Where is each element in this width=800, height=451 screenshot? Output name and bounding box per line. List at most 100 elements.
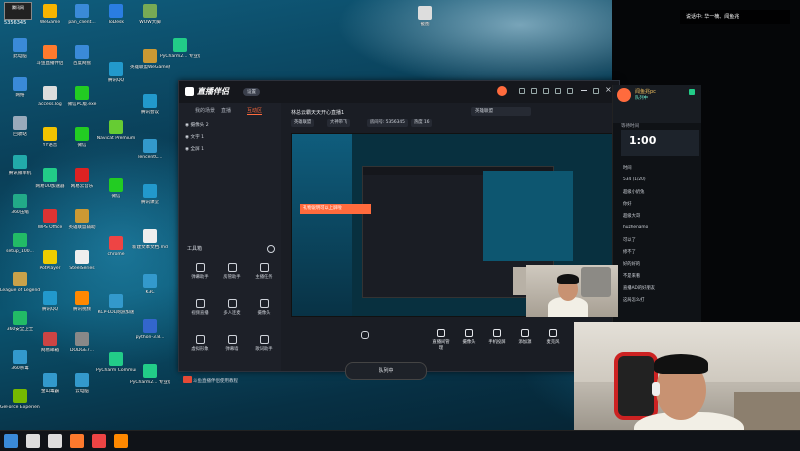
- window-titlebar[interactable]: 直播伴侣 设置 ×: [179, 81, 619, 103]
- bottom-tool-room[interactable]: 直播间管理: [431, 329, 451, 351]
- desktop-icon[interactable]: 新建文本文档.md: [130, 229, 170, 263]
- bottom-tool-label: 添加源: [518, 340, 532, 345]
- tool-mic-link[interactable]: 多人连麦: [217, 299, 247, 321]
- desktop-icon[interactable]: 腾讯课堂: [130, 184, 170, 218]
- tool-admin[interactable]: 房管助手: [217, 263, 247, 285]
- desktop-icon[interactable]: python-3.8...: [130, 319, 170, 353]
- gift-icon[interactable]: [531, 88, 537, 94]
- maximize-icon[interactable]: [593, 88, 599, 94]
- scene-item[interactable]: ◉ 摄像头 2: [185, 121, 279, 131]
- search-icon[interactable]: [26, 434, 40, 448]
- top-left-number: 5356345: [4, 20, 27, 26]
- desktop-icon[interactable]: TencentC...: [130, 139, 170, 173]
- scene-item[interactable]: ◉ 文字 1: [185, 133, 279, 143]
- chat-message: 你好: [623, 202, 632, 207]
- toolbox-more-icon[interactable]: [267, 245, 275, 253]
- bottom-tool-add-source[interactable]: 添加源: [515, 329, 535, 345]
- task-view-icon[interactable]: [48, 434, 62, 448]
- category-field[interactable]: 英雄联盟: [471, 107, 531, 116]
- room-tag[interactable]: 英雄联盟: [291, 119, 315, 127]
- bottom-tool-mic[interactable]: 麦克风: [543, 329, 563, 345]
- desktop-icon-label: PyCharm2... 专业版win...: [130, 380, 170, 385]
- recycle-bin-icon: [13, 116, 27, 130]
- app-icon[interactable]: [114, 434, 128, 448]
- minimize-icon[interactable]: [581, 90, 587, 91]
- add-source-icon: [521, 329, 529, 337]
- scene-item[interactable]: ◉ 全屏 1: [185, 145, 279, 155]
- image-file-icon: [418, 6, 432, 20]
- desktop-icon-label: KCP-LOL网游加速: [97, 310, 135, 315]
- desktop-icon[interactable]: 腾讯会议: [130, 94, 170, 128]
- left-tab[interactable]: 直播: [221, 107, 231, 114]
- archive-icon: [13, 194, 27, 208]
- streamer-name[interactable]: 闻鱼兆pc: [635, 88, 656, 95]
- notice-icon[interactable]: [555, 88, 561, 94]
- desktop-icon[interactable]: PyCharm2... 专业版win...: [160, 38, 200, 72]
- shop-icon[interactable]: [543, 88, 549, 94]
- desktop-icon-label: 360杀毒: [11, 366, 29, 371]
- pycharm-icon: [109, 352, 123, 366]
- douyu-icon: [43, 45, 57, 59]
- webcam-small: [526, 265, 618, 317]
- cam2-earbud-icon: [652, 382, 660, 396]
- pycharm-icon: [143, 364, 157, 378]
- chrome-icon: [109, 236, 123, 250]
- top-left-app-icon[interactable]: 腾讯网: [4, 2, 32, 20]
- tool-lyrics[interactable]: 歌词助手: [249, 335, 279, 357]
- mic-link-icon: [227, 299, 237, 308]
- player-icon: [43, 250, 57, 264]
- desktop-icon[interactable]: K3C: [130, 274, 170, 308]
- app-icon: [75, 209, 89, 223]
- settings-badge[interactable]: 设置: [243, 88, 260, 96]
- avatar-icon: [195, 335, 205, 344]
- menu-icon[interactable]: [567, 88, 573, 94]
- room-tag[interactable]: 大神带飞: [327, 119, 351, 127]
- queue-button[interactable]: 队列中: [345, 362, 427, 380]
- left-tab[interactable]: 互动区: [247, 107, 263, 115]
- text-file-icon: [143, 229, 157, 243]
- chat-message: 可以了: [623, 238, 636, 243]
- left-tab[interactable]: 我的场景: [195, 107, 215, 114]
- mail-icon: [43, 332, 57, 346]
- camera-icon: [465, 329, 473, 337]
- python-icon: [143, 319, 157, 333]
- desktop-icon-label: 新建文本文档.md: [132, 245, 168, 250]
- settings-gear-icon[interactable]: [361, 331, 369, 339]
- close-icon[interactable]: ×: [605, 85, 612, 94]
- douyu-icon[interactable]: [70, 434, 84, 448]
- tool-avatar[interactable]: 虚拟形象: [185, 335, 215, 357]
- chrome-icon[interactable]: [92, 434, 106, 448]
- room-title[interactable]: 林总云霸天天开心直播1: [291, 109, 344, 116]
- live-companion-window: 直播伴侣 设置 × 我的场景 直播 互动区 ◉ 摄像头 2 ◉ 文字 1 ◉ 全屏 1 …: [178, 80, 620, 384]
- desktop-icon[interactable]: WOW大脚: [130, 4, 170, 38]
- chat-message: 直播AD的好朋友: [623, 286, 656, 291]
- bottom-tool-phone-cast[interactable]: 手机投屏: [487, 329, 507, 345]
- tutorial-link[interactable]: 斗鱼直播伴侣使用教程: [193, 378, 238, 384]
- tool-camera[interactable]: 摄像头: [249, 299, 279, 321]
- streamer-avatar[interactable]: [617, 88, 631, 102]
- bottom-tool-camera[interactable]: 摄像头: [459, 329, 479, 345]
- cam1-bg-object: [581, 267, 611, 297]
- navicat-icon: [109, 120, 123, 134]
- desktop-icon[interactable]: PyCharm2... 专业版win...: [130, 364, 170, 398]
- tool-video-live[interactable]: 视频直播: [185, 299, 215, 321]
- message-icon[interactable]: [519, 88, 525, 94]
- desktop-icon-screenshot[interactable]: 截图: [405, 6, 445, 40]
- cloud-icon: [75, 4, 89, 18]
- wechat-icon: [75, 127, 89, 141]
- gift-notice-banner[interactable]: 礼物说明可以上屏啦: [300, 204, 371, 214]
- desktop-icon-label: python-3.8...: [135, 335, 165, 340]
- status-badge: [183, 376, 192, 383]
- user-avatar[interactable]: [497, 86, 507, 96]
- tool-wall[interactable]: 弹幕墙: [217, 335, 247, 357]
- camera-icon: [259, 299, 269, 308]
- baidu-pan-icon: [75, 45, 89, 59]
- windows-start-icon[interactable]: [4, 434, 18, 448]
- chat-message: 超级小奶兔: [623, 190, 645, 195]
- tool-task[interactable]: 主播任务: [249, 263, 279, 285]
- cloud-pc-icon: [75, 373, 89, 387]
- chat-badge-icon: [689, 89, 695, 95]
- room-tag[interactable]: 热度 16: [411, 119, 433, 127]
- room-tag[interactable]: 房间号: 5356345: [367, 119, 408, 127]
- tool-danmaku[interactable]: 弹幕助手: [185, 263, 215, 285]
